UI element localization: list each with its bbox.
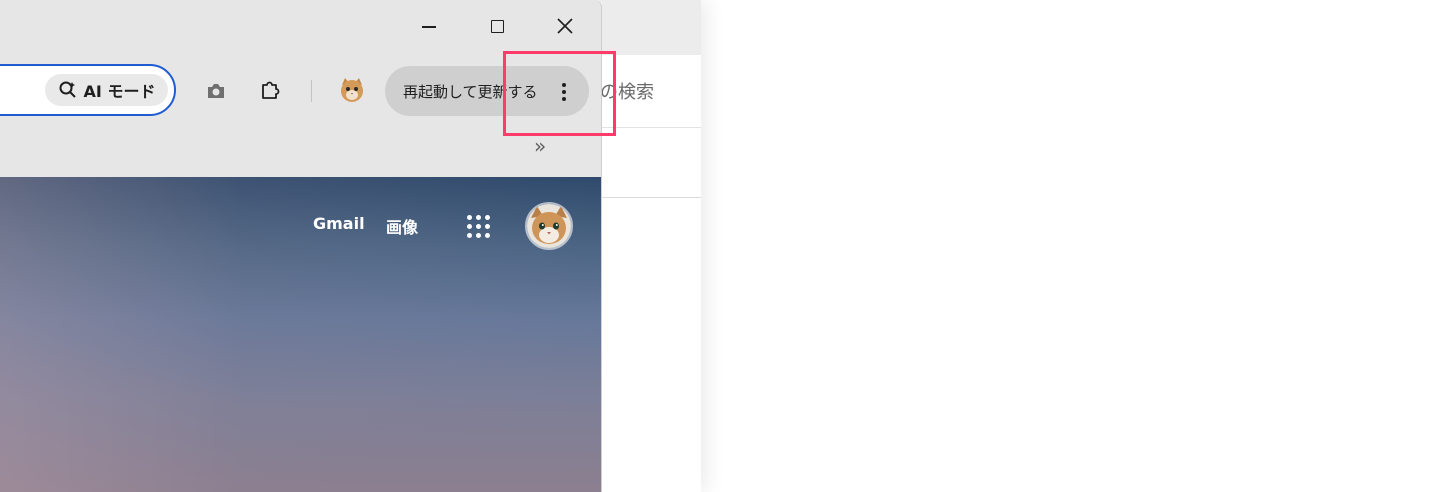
ai-mode-label: AI モード xyxy=(83,82,156,101)
google-homepage: Gmail 画像 xyxy=(0,177,601,492)
kebab-menu-icon[interactable] xyxy=(552,80,576,104)
maximize-icon[interactable] xyxy=(475,8,519,44)
camera-icon[interactable] xyxy=(203,78,229,104)
account-avatar[interactable] xyxy=(525,202,573,250)
cat-avatar-icon[interactable] xyxy=(336,74,368,106)
close-icon[interactable] xyxy=(543,8,587,44)
apps-grid-icon[interactable] xyxy=(464,212,492,240)
bookmarks-overflow-chevron-icon[interactable]: » xyxy=(534,134,546,158)
restart-to-update-label: 再起動して更新する xyxy=(403,82,538,101)
ai-search-icon xyxy=(59,81,76,98)
minimize-icon[interactable] xyxy=(407,8,451,44)
images-link[interactable]: 画像 xyxy=(386,214,418,238)
puzzle-icon[interactable] xyxy=(257,78,283,104)
toolbar-divider xyxy=(311,80,312,102)
cat-avatar-icon xyxy=(527,204,571,248)
ai-mode-button[interactable]: AI モード xyxy=(45,74,168,106)
background-browser-window: の検索 xyxy=(596,0,701,492)
background-search-placeholder[interactable]: の検索 xyxy=(600,78,654,104)
background-divider xyxy=(596,197,701,198)
background-tabstrip xyxy=(596,0,701,55)
gmail-link[interactable]: Gmail xyxy=(313,214,365,233)
browser-window: AI モード 再起動して更新する » Gmail 画像 xyxy=(0,0,602,492)
